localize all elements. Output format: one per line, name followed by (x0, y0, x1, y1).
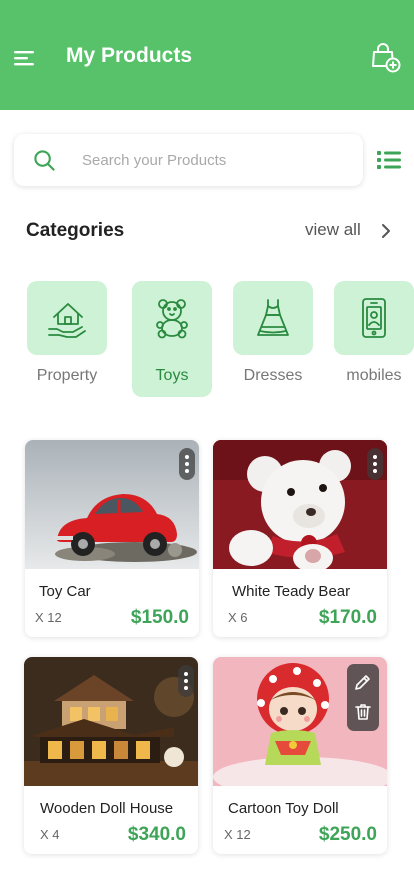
category-label: mobiles (346, 367, 402, 384)
list-view-icon[interactable] (377, 149, 401, 171)
category-label: Property (36, 367, 98, 384)
category-property[interactable]: Property (27, 281, 107, 397)
product-card-teddy-bear[interactable]: White Teady Bear X 6 $170.0 (213, 440, 387, 637)
category-tile[interactable] (132, 281, 212, 355)
more-options-icon[interactable] (178, 665, 194, 697)
hamburger-menu-icon[interactable] (12, 46, 36, 70)
product-quantity: X 6 (228, 610, 248, 625)
product-quantity: X 12 (224, 827, 251, 842)
product-name: Wooden Doll House (40, 800, 174, 817)
category-tile[interactable] (233, 281, 313, 355)
category-label: Dresses (243, 367, 303, 384)
product-card-toy-car[interactable]: Toy Car X 12 $150.0 (25, 440, 199, 637)
product-quantity: X 4 (40, 827, 60, 842)
view-all-link[interactable]: view all (305, 220, 361, 240)
category-tile[interactable] (27, 281, 107, 355)
teddy-bear-icon (156, 299, 188, 339)
search-bar (14, 134, 363, 186)
product-image-doll-house (24, 657, 198, 786)
shopping-bag-add-icon[interactable] (368, 40, 402, 74)
more-options-icon[interactable] (367, 448, 383, 480)
product-name: Cartoon Toy Doll (228, 800, 339, 817)
delete-trash-icon[interactable] (353, 702, 373, 722)
product-card-doll-house[interactable]: Wooden Doll House X 4 $340.0 (24, 657, 198, 854)
category-label: Toys (155, 367, 189, 384)
search-icon[interactable] (33, 149, 56, 172)
page-title: My Products (66, 44, 193, 67)
category-tile[interactable] (334, 281, 414, 355)
product-price: $250.0 (318, 824, 377, 845)
product-card-toy-doll[interactable]: Cartoon Toy Doll X 12 $250.0 (213, 657, 387, 854)
search-input[interactable] (82, 148, 342, 172)
categories-title: Categories (26, 220, 125, 241)
product-image-teddy-bear (213, 440, 387, 569)
app-bar: My Products (0, 0, 414, 110)
category-toys[interactable]: Toys (132, 281, 212, 397)
edit-pencil-icon[interactable] (353, 672, 373, 692)
category-mobiles[interactable]: mobiles (334, 281, 414, 397)
product-price: $150.0 (130, 607, 189, 628)
product-name: White Teady Bear (232, 583, 351, 600)
product-image-toy-car (25, 440, 199, 569)
product-price: $170.0 (318, 607, 377, 628)
product-actions-panel (347, 664, 379, 731)
mobile-phone-icon (362, 298, 386, 338)
category-dresses[interactable]: Dresses (233, 281, 313, 397)
chevron-right-icon[interactable] (378, 222, 394, 240)
house-in-hand-icon (48, 303, 86, 338)
product-name: Toy Car (39, 583, 91, 600)
dress-icon (257, 299, 289, 336)
product-quantity: X 12 (35, 610, 62, 625)
more-options-icon[interactable] (179, 448, 195, 480)
product-price: $340.0 (127, 824, 186, 845)
